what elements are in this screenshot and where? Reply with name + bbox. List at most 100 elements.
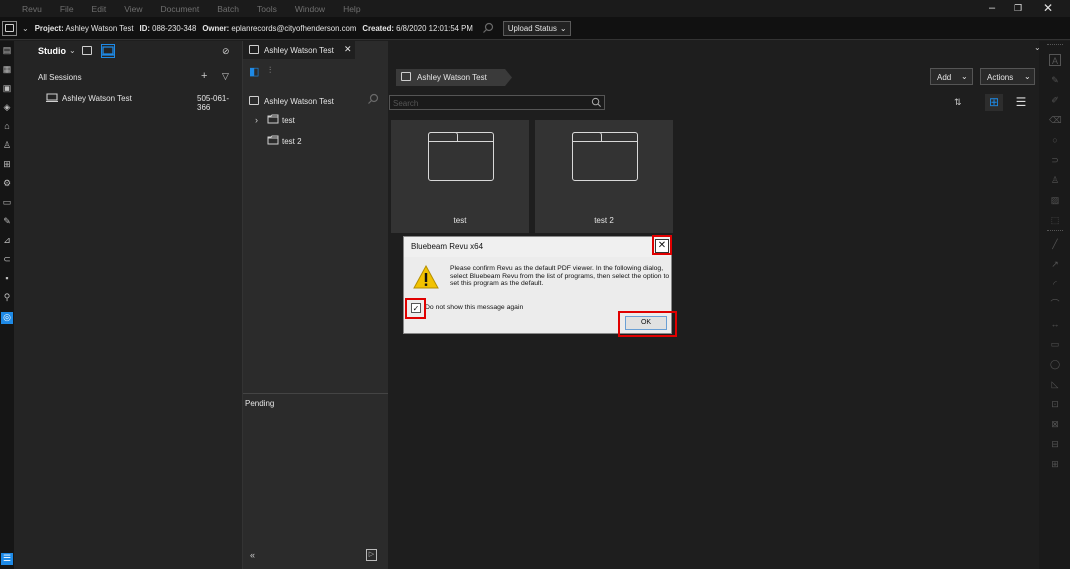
image-icon[interactable]: ▨: [1049, 194, 1061, 206]
highlight-checkbox: [405, 298, 426, 319]
count-icon[interactable]: ⊞: [1049, 458, 1061, 470]
measure-icon[interactable]: ⊟: [1049, 438, 1061, 450]
explorer-root[interactable]: Ashley Watson Test: [264, 97, 334, 106]
breadcrumb-label: Ashley Watson Test: [417, 73, 487, 82]
session-row[interactable]: Ashley Watson Test 505-061-366: [14, 89, 242, 112]
bookmarks-icon[interactable]: ▦: [2, 64, 12, 74]
close-window-icon[interactable]: ✕: [1038, 1, 1058, 15]
dimension-icon[interactable]: ↔: [1049, 318, 1061, 330]
line-icon[interactable]: ╱: [1049, 238, 1061, 250]
highlight-icon[interactable]: ✎: [1049, 74, 1061, 86]
layers-icon[interactable]: ◈: [2, 102, 12, 112]
disconnect-icon[interactable]: ⊘: [222, 46, 230, 57]
sliders-icon[interactable]: ⫶: [269, 65, 271, 76]
settings-icon[interactable]: ⚙: [2, 178, 12, 188]
menu-bar: Revu File Edit View Document Batch Tools…: [0, 0, 1070, 17]
save-icon[interactable]: ▪: [2, 273, 12, 283]
root-folder-icon: [249, 96, 259, 106]
folder-icon: [267, 114, 279, 126]
area-icon[interactable]: ⊡: [1049, 398, 1061, 410]
text-box-icon[interactable]: A: [1049, 54, 1061, 66]
file-icon[interactable]: ◧: [249, 65, 259, 78]
stamp-icon[interactable]: ♙: [1049, 174, 1061, 186]
file-access-icon[interactable]: ▣: [2, 83, 12, 93]
folder-card-label: test: [453, 216, 467, 225]
menu-window[interactable]: Window: [295, 4, 325, 14]
snapshot-icon[interactable]: ⬚: [1049, 214, 1061, 226]
add-button[interactable]: Add ⌄: [930, 68, 973, 85]
studio-icon[interactable]: ◎: [1, 312, 13, 324]
highlight-ok: [618, 311, 677, 337]
menu-tools[interactable]: Tools: [257, 4, 277, 14]
menu-document[interactable]: Document: [160, 4, 199, 14]
list-icon[interactable]: ☰: [1, 553, 13, 565]
chevron-down-icon[interactable]: ⌄: [69, 46, 76, 55]
project-name: Project: Ashley Watson Test: [34, 23, 134, 33]
tree-folder-test-2[interactable]: test 2: [282, 137, 302, 146]
measurements-icon[interactable]: ▭: [2, 197, 12, 207]
cloud-icon[interactable]: ⊠: [1049, 418, 1061, 430]
signatures-icon[interactable]: ⌂: [2, 121, 12, 131]
chevron-down-icon: ⌄: [559, 23, 567, 33]
search-box[interactable]: Search: [389, 95, 605, 110]
menu-view[interactable]: View: [124, 4, 142, 14]
links-icon[interactable]: ⊂: [2, 254, 12, 264]
restore-icon[interactable]: ❐: [1008, 3, 1028, 14]
sort-icon[interactable]: ⇅: [954, 97, 962, 108]
chevron-down-icon[interactable]: ⌄: [22, 24, 29, 33]
project-icon[interactable]: [2, 20, 17, 36]
chevron-right-icon[interactable]: ›: [255, 115, 258, 125]
list-view-icon[interactable]: ☰: [1012, 94, 1030, 111]
add-icon[interactable]: +: [201, 70, 207, 82]
grid-view-icon[interactable]: ⊞: [985, 94, 1003, 111]
tool-chest-icon[interactable]: ⊿: [2, 235, 12, 245]
search-panel-icon[interactable]: ⚲: [2, 292, 12, 302]
menu-help[interactable]: Help: [343, 4, 360, 14]
arc-icon[interactable]: ◜: [1049, 278, 1061, 290]
close-tab-icon[interactable]: ✕: [344, 44, 352, 55]
callout-icon[interactable]: ⊃: [1049, 154, 1061, 166]
project-icon: [401, 72, 411, 82]
rectangle-icon[interactable]: ▭: [1049, 338, 1061, 350]
folder-card[interactable]: test: [391, 120, 529, 233]
menu-revu[interactable]: Revu: [22, 4, 42, 14]
project-tab-icon: [249, 45, 259, 55]
search-icon[interactable]: [367, 93, 379, 107]
project-explorer: Ashley Watson Test ✕ ◧ ⫶ Ashley Watson T…: [243, 41, 388, 569]
session-name: Ashley Watson Test: [62, 94, 132, 103]
search-icon: [591, 97, 602, 110]
arrow-icon[interactable]: ↗: [1049, 258, 1061, 270]
polygon-icon[interactable]: ◺: [1049, 378, 1061, 390]
search-input[interactable]: Search: [393, 99, 418, 108]
project-created: Created: 6/8/2020 12:01:54 PM: [362, 23, 473, 33]
thumbnails-icon[interactable]: ▤: [2, 45, 12, 55]
tree-folder-test[interactable]: test: [282, 116, 295, 125]
session-icon: [46, 93, 58, 105]
all-sessions-label[interactable]: All Sessions: [38, 73, 82, 82]
panel-toggle-icon[interactable]: ▷: [366, 549, 377, 561]
filter-icon[interactable]: ▽: [222, 71, 229, 82]
menu-batch[interactable]: Batch: [217, 4, 239, 14]
minimize-icon[interactable]: –: [982, 2, 1002, 14]
markup-list-icon[interactable]: ✎: [2, 216, 12, 226]
circle-tool-icon[interactable]: ○: [1049, 134, 1061, 146]
polyline-icon[interactable]: ⌒: [1049, 298, 1061, 310]
highlight-close: [652, 235, 672, 255]
search-icon[interactable]: [479, 21, 497, 36]
breadcrumb[interactable]: Ashley Watson Test: [396, 69, 512, 86]
eraser-icon[interactable]: ⌫: [1049, 114, 1062, 126]
collapse-button[interactable]: «: [250, 550, 255, 560]
pen-icon[interactable]: ✐: [1049, 94, 1061, 106]
tab-project[interactable]: Ashley Watson Test ✕: [243, 41, 355, 59]
ellipse-icon[interactable]: ◯: [1049, 358, 1061, 370]
sessions-tab-icon[interactable]: [82, 46, 92, 56]
menu-file[interactable]: File: [60, 4, 74, 14]
projects-tab-icon[interactable]: [101, 44, 115, 58]
folder-card[interactable]: test 2: [535, 120, 673, 233]
actions-button[interactable]: Actions ⌄: [980, 68, 1035, 85]
dialog-message: Please confirm Revu as the default PDF v…: [450, 265, 670, 288]
upload-status-button[interactable]: Upload Status ⌄: [502, 20, 572, 36]
stamps-icon[interactable]: ♙: [2, 140, 12, 150]
forms-icon[interactable]: ⊞: [2, 159, 12, 169]
menu-edit[interactable]: Edit: [92, 4, 107, 14]
